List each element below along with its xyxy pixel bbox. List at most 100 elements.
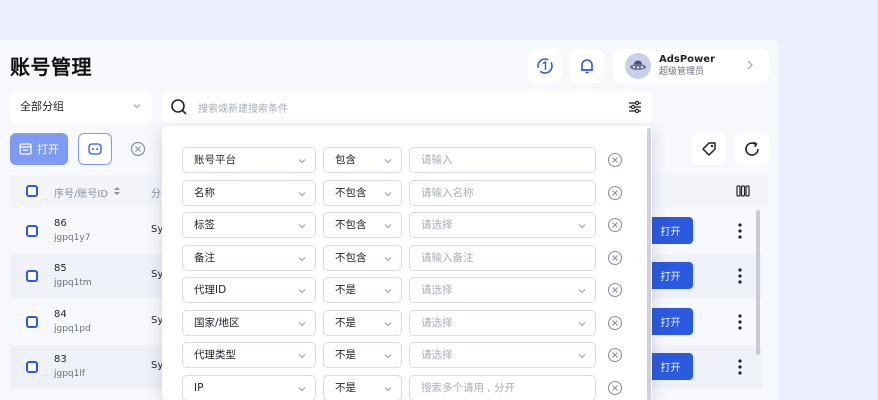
- remove-filter-icon[interactable]: [607, 347, 623, 363]
- user-profile-card[interactable]: AdsPower 超级管理员: [613, 49, 769, 83]
- group-select[interactable]: 全部分组: [10, 91, 152, 123]
- remove-filter-icon[interactable]: [607, 217, 623, 233]
- sync-button[interactable]: [528, 49, 562, 83]
- row-open-button[interactable]: 打开: [648, 262, 693, 289]
- filter-operator-label: 不是: [335, 284, 356, 296]
- tag-icon: [702, 142, 716, 156]
- window-icon: [19, 143, 32, 155]
- filter-row: 名称 不包含 请输入名称: [182, 179, 632, 206]
- more-vertical-icon[interactable]: [737, 313, 743, 331]
- remove-filter-icon[interactable]: [607, 282, 623, 298]
- filter-operator-label: 不包含: [335, 219, 367, 231]
- row-checkbox[interactable]: [26, 270, 38, 282]
- dropdown-scrollbar[interactable]: [647, 128, 651, 400]
- filter-field-select[interactable]: 备注: [182, 244, 316, 271]
- table-scrollbar[interactable]: [756, 210, 760, 355]
- filter-value-input[interactable]: 请输入备注: [409, 244, 596, 271]
- filter-operator-select[interactable]: 不是: [323, 374, 402, 400]
- filter-value-input[interactable]: 请输入: [409, 147, 596, 173]
- filter-field-label: 账号平台: [194, 154, 236, 166]
- filter-field-label: 名称: [194, 186, 215, 199]
- filter-operator-select[interactable]: 包含: [323, 147, 402, 173]
- filter-field-select[interactable]: 标签: [182, 212, 316, 238]
- filter-value-input[interactable]: 请选择: [409, 342, 596, 368]
- filter-value-input[interactable]: 请选择: [409, 309, 596, 336]
- more-vertical-icon[interactable]: [737, 222, 743, 240]
- ufo-avatar-icon: [630, 60, 646, 70]
- remove-filter-icon[interactable]: [607, 152, 623, 168]
- row-account-id: jgpq1pd: [54, 324, 91, 334]
- row-checkbox[interactable]: [26, 316, 38, 328]
- filter-row: 备注 不包含 请输入备注: [182, 244, 632, 271]
- filter-field-select[interactable]: 代理ID: [182, 277, 316, 303]
- chevron-down-icon: [298, 256, 306, 261]
- row-account-id: jgpq1lf: [54, 369, 86, 379]
- filter-operator-select[interactable]: 不包含: [323, 212, 402, 238]
- bot-button[interactable]: [78, 133, 112, 165]
- filter-operator-select[interactable]: 不是: [323, 342, 402, 368]
- row-open-button[interactable]: 打开: [648, 308, 693, 335]
- chevron-down-icon: [298, 386, 306, 391]
- chevron-down-icon: [384, 256, 392, 261]
- remove-filter-icon[interactable]: [607, 380, 623, 396]
- filter-row: IP 不是 搜索多个请用 , 分开: [182, 374, 632, 400]
- filter-field-select[interactable]: 代理类型: [182, 342, 316, 368]
- search-bar[interactable]: 搜索或新建搜索条件: [162, 91, 652, 123]
- chevron-down-icon: [384, 289, 392, 294]
- search-input[interactable]: 搜索或新建搜索条件: [198, 100, 288, 115]
- row-open-button[interactable]: 打开: [648, 217, 693, 244]
- filter-operator-select[interactable]: 不是: [323, 277, 402, 303]
- close-browser-button[interactable]: [121, 133, 155, 165]
- select-all-checkbox[interactable]: [26, 185, 38, 197]
- filter-field-label: 国家/地区: [194, 316, 240, 329]
- filter-operator-select[interactable]: 不包含: [323, 244, 402, 271]
- filter-field-label: 标签: [194, 219, 215, 231]
- sort-icon[interactable]: [113, 186, 121, 196]
- remove-filter-icon[interactable]: [607, 250, 623, 266]
- filter-field-select[interactable]: 账号平台: [182, 147, 316, 173]
- chevron-down-icon: [298, 354, 306, 359]
- filter-operator-label: 不包含: [335, 186, 367, 199]
- remove-filter-icon[interactable]: [607, 185, 623, 201]
- filter-settings-icon[interactable]: [628, 100, 642, 114]
- row-open-button[interactable]: 打开: [648, 353, 693, 380]
- filter-value-placeholder: 请输入: [421, 154, 453, 166]
- row-checkbox[interactable]: [26, 361, 38, 373]
- filter-value-input[interactable]: 请选择: [409, 212, 596, 238]
- sync-icon: [537, 58, 553, 74]
- chevron-down-icon: [298, 289, 306, 294]
- column-settings-icon[interactable]: [736, 185, 750, 197]
- more-vertical-icon[interactable]: [737, 267, 743, 285]
- refresh-icon: [745, 141, 759, 156]
- notification-button[interactable]: [570, 49, 604, 83]
- filter-operator-select[interactable]: 不包含: [323, 179, 402, 206]
- more-vertical-icon[interactable]: [737, 358, 743, 376]
- row-number: 83: [54, 354, 67, 365]
- filter-value-input[interactable]: 搜索多个请用 , 分开: [409, 374, 596, 400]
- filter-row: 代理ID 不是 请选择: [182, 277, 632, 303]
- row-checkbox[interactable]: [26, 225, 38, 237]
- bell-icon: [581, 59, 593, 74]
- column-header-index[interactable]: 序号/账号ID: [54, 185, 108, 200]
- chevron-down-icon: [384, 224, 392, 229]
- chevron-down-icon: [298, 321, 306, 326]
- chevron-right-icon: [747, 60, 753, 70]
- filter-field-select[interactable]: 名称: [182, 179, 316, 206]
- filter-row: 国家/地区 不是 请选择: [182, 309, 632, 336]
- filter-value-input[interactable]: 请输入名称: [409, 179, 596, 206]
- chevron-down-icon: [578, 289, 586, 294]
- filter-value-placeholder: 请选择: [421, 316, 453, 329]
- filter-field-select[interactable]: IP: [182, 374, 316, 400]
- avatar: [625, 53, 651, 79]
- chevron-down-icon: [133, 104, 141, 109]
- tag-button[interactable]: [692, 133, 726, 165]
- filter-operator-label: 不是: [335, 381, 356, 394]
- filter-field-select[interactable]: 国家/地区: [182, 309, 316, 336]
- filter-operator-select[interactable]: 不是: [323, 309, 402, 336]
- filter-value-input[interactable]: 请选择: [409, 277, 596, 303]
- refresh-button[interactable]: [735, 133, 769, 165]
- open-button-label: 打开: [37, 143, 59, 156]
- open-button[interactable]: 打开: [10, 133, 68, 165]
- filter-value-placeholder: 请输入名称: [421, 186, 474, 199]
- remove-filter-icon[interactable]: [607, 315, 623, 331]
